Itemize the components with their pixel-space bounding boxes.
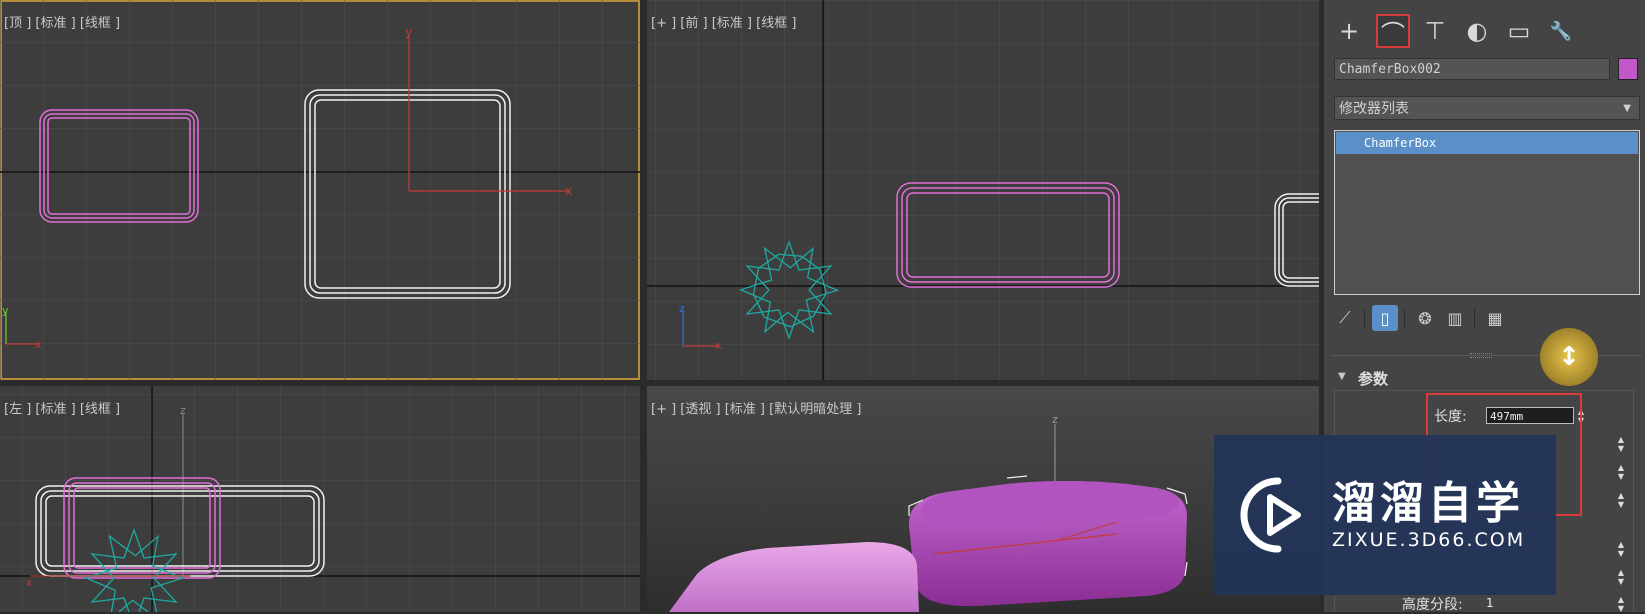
width-segs-spinner[interactable]: ▲ ▼ (1616, 568, 1626, 586)
modify-curve-icon: ⌒ (1381, 19, 1405, 48)
watermark-chinese: 溜溜自学 (1332, 478, 1524, 529)
top-viewport-canvas: y x y x (0, 0, 640, 380)
show-end-result-button[interactable]: ▯ (1372, 305, 1398, 331)
gizmo-z-label-left: z (180, 404, 186, 417)
trash-icon: ▥ (1447, 308, 1463, 328)
play-logo-icon (1240, 477, 1301, 553)
show-end-result-icon: ▯ (1380, 308, 1390, 328)
tripod-x-label: x (35, 338, 42, 351)
rollout-collapse-icon[interactable]: ▼ (1338, 371, 1346, 382)
tripod-x-label-front: x (715, 339, 722, 352)
resize-cursor-icon: ↕ (1540, 328, 1598, 386)
modifier-stack-item[interactable]: ChamferBox (1336, 132, 1638, 154)
chevron-down-icon: ▼ (1623, 103, 1631, 114)
hierarchy-icon: ⊤ (1424, 17, 1446, 45)
configure-icon: ▦ (1487, 308, 1503, 328)
create-tab[interactable]: + (1332, 14, 1366, 48)
pin-stack-button[interactable]: ⟋ (1332, 305, 1358, 331)
tripod-y-label: y (2, 304, 9, 317)
watermark-english: ZIXUE.3D66.COM (1332, 529, 1526, 551)
gizmo-x-label: x (565, 184, 572, 198)
toolbar-divider (1474, 308, 1475, 328)
motion-icon: ◐ (1466, 17, 1488, 45)
width-spinner[interactable]: ▲ ▼ (1616, 435, 1626, 453)
make-unique-button[interactable]: ❂ (1412, 305, 1438, 331)
make-unique-icon: ❂ (1418, 308, 1432, 328)
watermark: 溜溜自学 ZIXUE.3D66.COM (1214, 435, 1556, 595)
pin-icon: ⟋ (1339, 308, 1351, 327)
viewport-label-perspective[interactable]: [+ ] [透视 ] [标准 ] [默认明暗处理 ] (651, 398, 861, 417)
height-spinner[interactable]: ▲ ▼ (1616, 463, 1626, 481)
motion-tab[interactable]: ◐ (1460, 14, 1494, 48)
parameters-rollout-title[interactable]: 参数 (1358, 368, 1388, 389)
viewport-label-top[interactable]: [顶 ] [标准 ] [线框 ] (4, 12, 120, 31)
wrench-icon: 🔧 (1549, 20, 1573, 42)
left-viewport-canvas: z x (0, 386, 640, 612)
modifier-list-dropdown[interactable]: 修改器列表 ▼ (1334, 96, 1640, 120)
utilities-tab[interactable]: 🔧 (1544, 14, 1578, 48)
fillet-spinner[interactable]: ▲ ▼ (1616, 491, 1626, 509)
viewport-label-front[interactable]: [+ ] [前 ] [标准 ] [线框 ] (651, 12, 796, 31)
modifier-stack[interactable]: ChamferBox (1334, 130, 1640, 295)
viewport-top[interactable]: y x y x [顶 ] [标准 ] [线框 ] (0, 0, 640, 380)
length-segs-spinner[interactable]: ▲ ▼ (1616, 540, 1626, 558)
front-viewport-canvas: z x (647, 0, 1319, 380)
configure-modifier-sets-button[interactable]: ▦ (1482, 305, 1508, 331)
viewport-left[interactable]: z x [左 ] [标准 ] [线框 ] (0, 386, 640, 612)
height-segments-label: 高度分段: (1402, 597, 1463, 613)
splitter-grip[interactable] (1470, 353, 1492, 358)
height-segments-field[interactable]: 1 (1486, 595, 1566, 612)
gizmo-x-label-left: x (26, 578, 32, 589)
object-name-field[interactable]: ChamferBox002 (1334, 58, 1610, 80)
viewport-front[interactable]: z x [+ ] [前 ] [标准 ] [线框 ] (647, 0, 1319, 380)
chamferbox-purple-3d (908, 481, 1187, 607)
modify-tab[interactable]: ⌒ (1376, 14, 1410, 48)
toolbar-divider (1404, 308, 1405, 328)
hierarchy-tab[interactable]: ⊤ (1418, 14, 1452, 48)
object-color-swatch[interactable] (1618, 58, 1638, 80)
monitor-icon: ▭ (1507, 17, 1531, 45)
plus-icon: + (1338, 17, 1360, 45)
display-tab[interactable]: ▭ (1502, 14, 1536, 48)
chamferbox-pink-3d (669, 542, 919, 612)
toolbar-divider (1364, 308, 1365, 328)
tripod-z-label-front: z (679, 302, 685, 315)
viewport-label-left[interactable]: [左 ] [标准 ] [线框 ] (4, 398, 120, 417)
modifier-list-label: 修改器列表 (1339, 101, 1409, 117)
remove-modifier-button[interactable]: ▥ (1442, 305, 1468, 331)
gizmo-z-label-persp: z (1052, 413, 1058, 426)
gizmo-y-label: y (405, 25, 412, 39)
height-segs-spinner[interactable]: ▲ ▼ (1616, 595, 1626, 613)
